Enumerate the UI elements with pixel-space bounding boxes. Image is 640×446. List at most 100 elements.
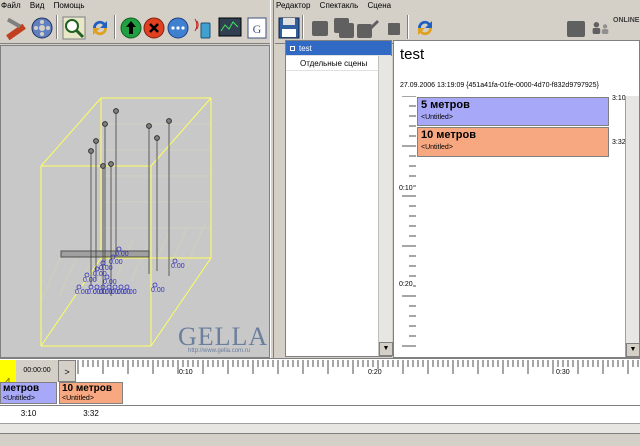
square-icon (388, 23, 400, 35)
marker-value: 0.00 (103, 279, 117, 286)
block-subtitle: <Untitled> (3, 395, 35, 402)
timeline-scrollbar[interactable] (0, 423, 640, 433)
edit-block-button (353, 14, 379, 40)
menu-editor[interactable]: Редактор (275, 1, 311, 10)
marker-value: 0.00 (109, 259, 123, 266)
monitor-chart-icon (218, 17, 242, 37)
block-duration: 3:10 (612, 95, 626, 102)
save-button[interactable] (275, 14, 301, 40)
refresh-button[interactable] (86, 14, 112, 40)
cable-anchor (102, 121, 108, 127)
stage-3d-view: 0.000.000.000.000.000.000.000.000.000.00… (40, 97, 212, 347)
cable-anchor (113, 108, 119, 114)
scene-item-test[interactable]: test (286, 41, 391, 56)
sync-button[interactable] (411, 14, 437, 40)
cable-anchor (108, 161, 114, 167)
sync-icon (417, 20, 433, 36)
block-subtitle: <Untitled> (421, 114, 453, 121)
cable-anchor (154, 135, 160, 141)
block-title: 10 метров (62, 383, 112, 394)
cable-anchor (93, 138, 99, 144)
scroll-down-arrow[interactable]: ▼ (379, 342, 393, 356)
block-duration: 3:32 (83, 409, 99, 418)
timeline-tick-label: 0:20 (368, 369, 382, 376)
ellipsis-icon (167, 17, 189, 39)
gella-button[interactable]: G (243, 14, 269, 40)
ruler-label: 0:10 (399, 185, 413, 192)
block-title: 5 метров (421, 99, 470, 111)
film-reel-icon (31, 17, 53, 39)
scene-detail: test 27.09.2006 13:19:09 {451a41fa-01fe-… (393, 40, 640, 358)
bounding-box-edge (40, 97, 102, 167)
bounding-box-edge (40, 257, 102, 347)
ruler-label: 0:20 (399, 281, 413, 288)
timeline-track-divider (0, 405, 640, 406)
scene-list-scrollbar[interactable]: ▼ (378, 56, 393, 356)
stop-button[interactable] (140, 14, 166, 40)
detail-scrollbar[interactable]: ▼ (625, 96, 640, 357)
monitor-button[interactable] (216, 14, 242, 40)
more-button[interactable] (164, 14, 190, 40)
reel-button[interactable] (28, 14, 54, 40)
marker-value: 0.00 (151, 287, 165, 294)
gella-url: http://www.gella.com.ru (188, 348, 251, 354)
menu-view[interactable]: Вид (29, 1, 45, 10)
timeline-tick-label: 0:10 (179, 369, 193, 376)
time-display: 00:00:00 (16, 360, 58, 382)
edit-tool-button[interactable] (2, 14, 28, 41)
scene-item-label: Отдельные сцены (300, 59, 368, 68)
menu-show[interactable]: Спектакль (319, 1, 360, 10)
scene-bullet-icon (290, 46, 295, 52)
magnifier-icon (62, 16, 86, 40)
menu-file[interactable]: Файл (0, 1, 22, 10)
online-label: ONLINE (613, 17, 640, 24)
pane-splitter[interactable] (270, 0, 274, 358)
left-menubar: Файл Вид Помощь (0, 0, 270, 12)
block-duration: 3:10 (20, 409, 37, 418)
cable-anchor (100, 163, 106, 169)
scene-block-10m[interactable]: 10 метров <Untitled> (417, 127, 609, 157)
scene-list: test Отдельные сцены (285, 40, 392, 357)
refresh-icon (92, 20, 108, 36)
window-button (562, 14, 588, 40)
marker-value: 0.00 (83, 277, 97, 284)
delete-block-button (380, 14, 406, 40)
timeline-tick-label: 0:30 (556, 369, 570, 376)
marker-value: 0.00 (171, 263, 185, 270)
edit-icon (357, 20, 379, 38)
bounding-box-edge (150, 97, 212, 167)
scene-meta: 27.09.2006 13:19:09 {451a41fa-01fe-0000-… (400, 82, 599, 89)
vertical-ruler (402, 96, 416, 347)
block-title: метров (3, 383, 40, 394)
device-button[interactable] (191, 14, 217, 40)
timeline-block-10m[interactable]: 10 метров <Untitled> (59, 382, 123, 404)
menu-scene[interactable]: Сцена (367, 1, 393, 10)
block-subtitle: <Untitled> (62, 395, 94, 402)
search-button[interactable] (60, 14, 86, 40)
gella-logo-icon: G (247, 17, 267, 39)
scene-title: test (400, 46, 425, 63)
svg-text:G: G (253, 22, 262, 36)
phone-signal-icon (194, 18, 211, 39)
window-icon (567, 21, 585, 37)
scene-item-label: test (299, 44, 312, 53)
scene-block-5m[interactable]: 5 метров <Untitled> (417, 97, 609, 126)
timeline-block-5m[interactable]: метров <Untitled> (0, 382, 57, 404)
cable-anchor (166, 118, 172, 124)
floppy-icon (278, 17, 300, 39)
3d-viewport[interactable]: 0.00 0.00 0.00 0.00 0.00 0.00 0.00 0.00 0.00 0.00… (0, 45, 270, 358)
block-title: 10 метров (421, 129, 476, 141)
add-block-button (306, 14, 332, 40)
cable-anchor (88, 148, 94, 154)
online-status: ONLINE (590, 14, 640, 40)
menu-help[interactable]: Помощь (53, 1, 86, 10)
right-menubar: Редактор Спектакль Сцена (275, 0, 640, 12)
cable-anchor (146, 123, 152, 129)
scene-item-separate[interactable]: Отдельные сцены (286, 56, 391, 71)
marker-value: 0.00 (115, 251, 129, 258)
statusbar (0, 433, 640, 446)
next-button[interactable]: > (58, 360, 76, 382)
block-duration: 3:32 (612, 139, 626, 146)
scroll-down-arrow[interactable]: ▼ (626, 343, 640, 357)
marker-value: 0.00 (123, 289, 137, 296)
